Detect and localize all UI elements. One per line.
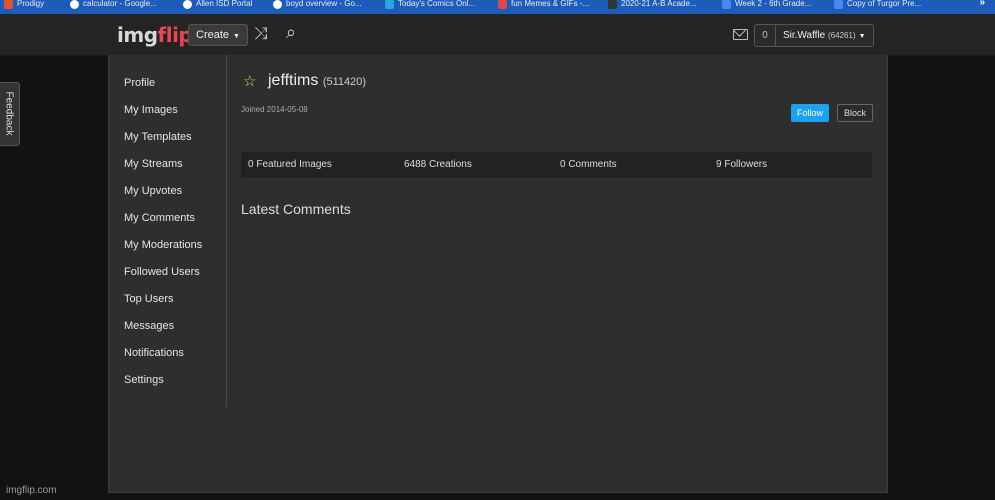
- sidebar-item-my-upvotes[interactable]: My Upvotes: [124, 185, 182, 197]
- bookmark-fun-memes[interactable]: fun Memes & GIFs -...: [498, 0, 589, 11]
- stat-creations[interactable]: 6488 Creations: [404, 152, 472, 178]
- sidebar-item-followed-users[interactable]: Followed Users: [124, 266, 200, 278]
- sidebar-item-my-templates[interactable]: My Templates: [124, 131, 192, 143]
- chevron-down-icon: ▼: [858, 33, 866, 40]
- sidebar-item-top-users[interactable]: Top Users: [124, 293, 174, 305]
- imgflip-icon: [498, 0, 507, 9]
- block-button[interactable]: Block: [837, 104, 874, 122]
- search-icon[interactable]: ⌕: [286, 22, 296, 43]
- profile-points: (511420): [322, 76, 367, 88]
- sidebar-item-settings[interactable]: Settings: [124, 374, 164, 386]
- feedback-tab[interactable]: Feedback: [0, 82, 20, 146]
- bookmark-academic[interactable]: 2020-21 A-B Acade...: [608, 0, 697, 11]
- bookmark-todays-comics[interactable]: Today's Comics Onl...: [385, 0, 475, 11]
- notification-count[interactable]: 0: [754, 24, 775, 47]
- google-icon: [70, 0, 79, 9]
- create-button[interactable]: Create ▼: [188, 24, 248, 46]
- comics-icon: [385, 0, 394, 9]
- bookmark-allen-isd[interactable]: Allen ISD Portal: [183, 0, 252, 11]
- user-menu-button[interactable]: Sir.Waffle (64261) ▼: [775, 24, 874, 47]
- bookmark-boyd-overview[interactable]: boyd overview - Go...: [273, 0, 362, 11]
- bookmarks-bar: Prodigy calculator - Google... Allen ISD…: [0, 0, 995, 14]
- user-sidebar: Profile My Images My Templates My Stream…: [109, 55, 227, 407]
- bookmark-prodigy[interactable]: Prodigy: [4, 0, 44, 11]
- docs-icon: [722, 0, 731, 9]
- docs-icon: [834, 0, 843, 9]
- profile-panel: Profile My Images My Templates My Stream…: [108, 55, 888, 493]
- prodigy-icon: [4, 0, 13, 9]
- mail-icon[interactable]: [733, 29, 748, 40]
- sidebar-item-profile[interactable]: Profile: [124, 77, 155, 89]
- imgflip-logo[interactable]: imgflip: [117, 23, 193, 47]
- stat-followers[interactable]: 9 Followers: [716, 152, 767, 178]
- more-bookmarks-button[interactable]: »: [979, 0, 985, 8]
- follow-button[interactable]: Follow: [791, 104, 830, 122]
- bookmark-week-2[interactable]: Week 2 - 6th Grade...: [722, 0, 811, 11]
- profile-username: jefftims (511420): [268, 72, 367, 89]
- star-icon: ☆: [243, 73, 257, 90]
- bookmark-turgor[interactable]: Copy of Turgor Pre...: [834, 0, 921, 11]
- stat-featured-images[interactable]: 0 Featured Images: [248, 152, 332, 178]
- sidebar-item-messages[interactable]: Messages: [124, 320, 174, 332]
- joined-date: Joined 2014-05-08: [241, 105, 308, 114]
- chevron-down-icon: ▼: [233, 33, 240, 40]
- sidebar-item-my-moderations[interactable]: My Moderations: [124, 239, 202, 251]
- sidebar-item-my-streams[interactable]: My Streams: [124, 158, 183, 170]
- google-icon: [273, 0, 282, 9]
- stat-comments[interactable]: 0 Comments: [560, 152, 617, 178]
- school-icon: [608, 0, 617, 9]
- site-header: imgflip Create ▼ ⤨ ⌕ 0 Sir.Waffle (64261)…: [0, 14, 995, 56]
- shuffle-icon[interactable]: ⤨: [254, 24, 268, 44]
- bookmark-calculator[interactable]: calculator - Google...: [70, 0, 157, 11]
- sidebar-item-my-comments[interactable]: My Comments: [124, 212, 195, 224]
- sidebar-item-notifications[interactable]: Notifications: [124, 347, 184, 359]
- latest-comments-heading: Latest Comments: [241, 201, 351, 217]
- sidebar-item-my-images[interactable]: My Images: [124, 104, 178, 116]
- portal-icon: [183, 0, 192, 9]
- profile-stats-bar: 0 Featured Images 6488 Creations 0 Comme…: [241, 152, 872, 178]
- imgflip-watermark: imgflip.com: [6, 485, 57, 496]
